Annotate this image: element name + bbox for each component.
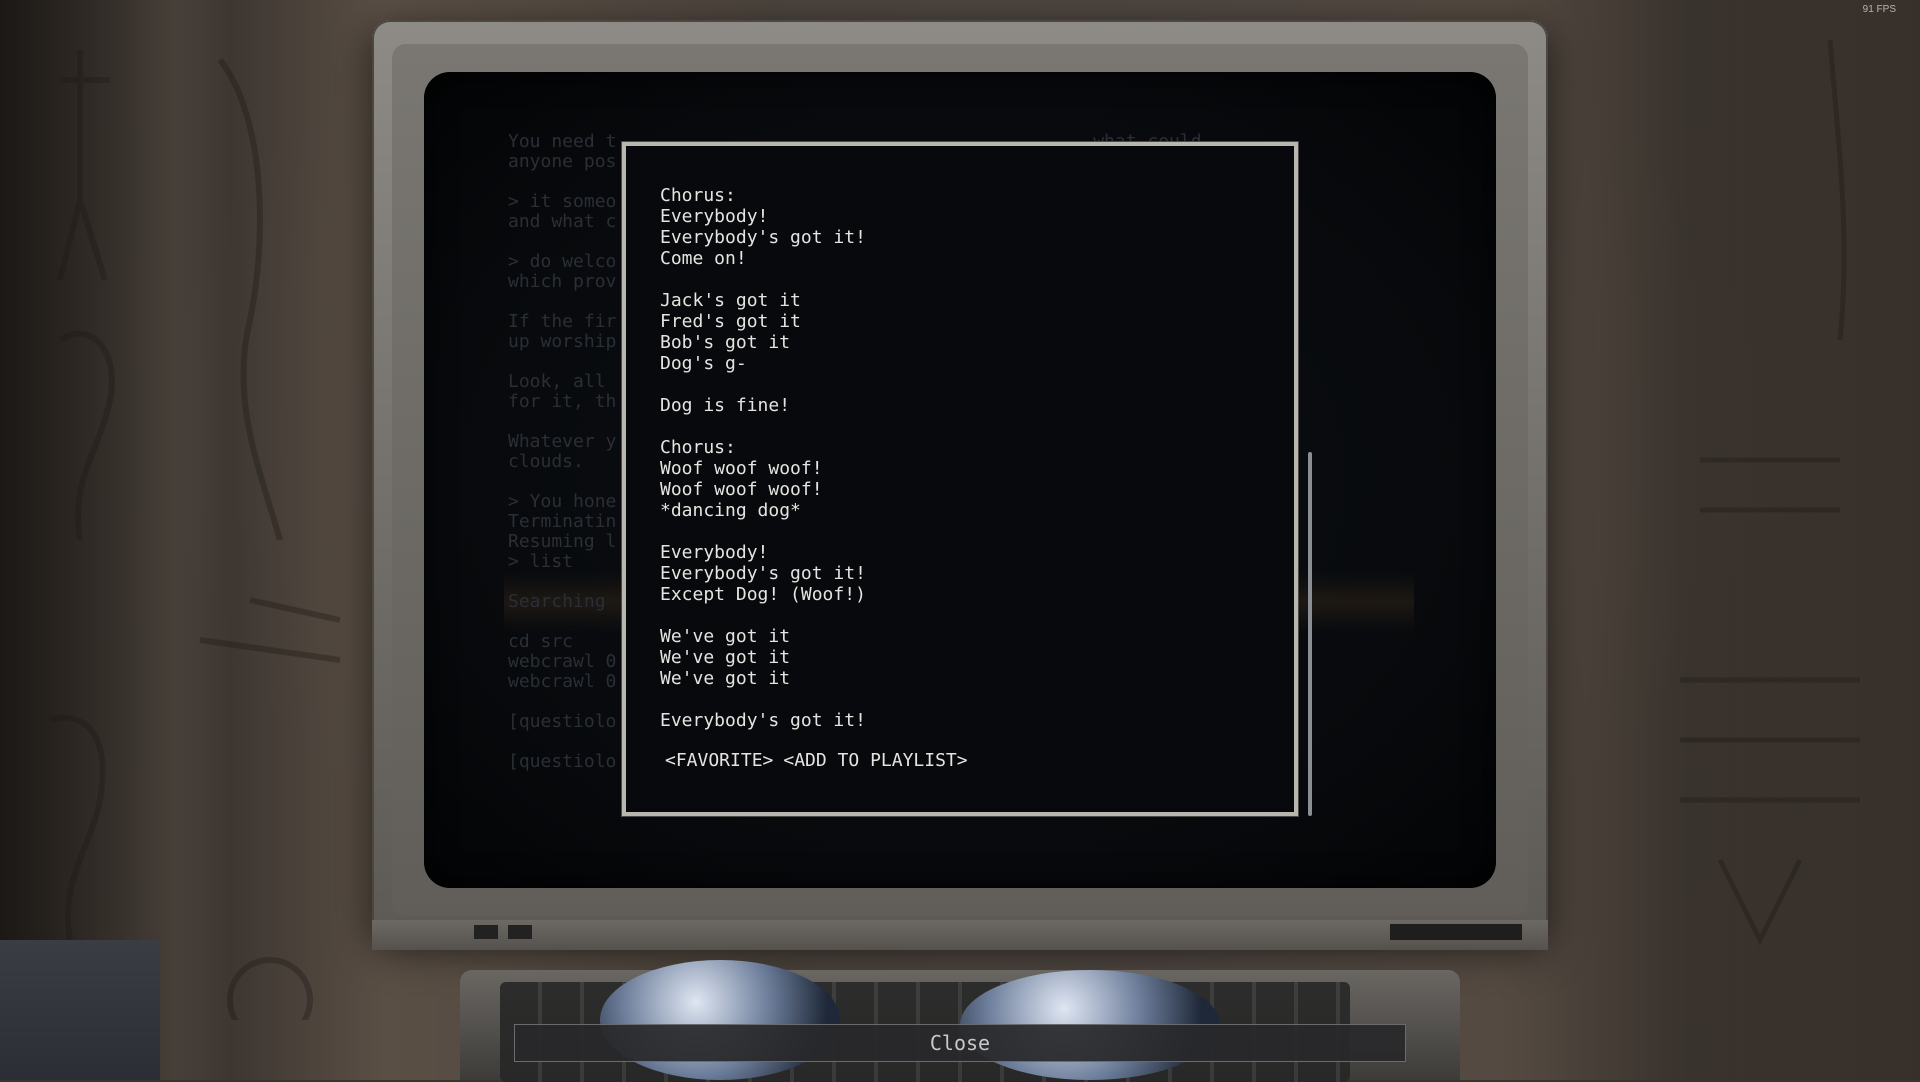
lyric-line: Dog is fine! bbox=[660, 395, 791, 416]
add-to-playlist-button[interactable]: <ADD TO PLAYLIST> bbox=[783, 750, 967, 771]
lyric-line: Come on! bbox=[660, 248, 747, 269]
lyric-line: Jack's got it bbox=[660, 290, 801, 311]
close-button[interactable]: Close bbox=[514, 1024, 1406, 1062]
hieroglyph-carving-left bbox=[49, 50, 341, 1020]
terminal-scrollbar[interactable] bbox=[1308, 452, 1312, 816]
lyric-line: Everybody's got it! bbox=[660, 710, 866, 731]
lyric-line: Everybody! bbox=[660, 206, 769, 227]
lyric-line: We've got it bbox=[660, 647, 791, 668]
lyric-line bbox=[660, 416, 1260, 437]
lyric-line: Bob's got it bbox=[660, 332, 791, 353]
lyric-line bbox=[660, 689, 1260, 710]
power-led bbox=[474, 925, 498, 939]
lyric-line: *dancing dog* bbox=[660, 500, 801, 521]
lyric-line: Everybody's got it! bbox=[660, 563, 866, 584]
lyric-line bbox=[660, 521, 1260, 542]
lyric-line bbox=[660, 605, 1260, 626]
dialog-actions: <FAVORITE> <ADD TO PLAYLIST> bbox=[665, 750, 978, 771]
hieroglyph-carving-right bbox=[1680, 40, 1860, 946]
monitor-vent bbox=[1390, 924, 1522, 940]
fps-counter: 91 FPS bbox=[1862, 4, 1896, 15]
lyric-line: Everybody's got it! bbox=[660, 227, 866, 248]
lyric-line: We've got it bbox=[660, 626, 791, 647]
robot-hand-left bbox=[600, 960, 840, 1080]
status-led bbox=[508, 925, 532, 939]
lyric-line: Chorus: bbox=[660, 437, 736, 458]
lyric-line: Fred's got it bbox=[660, 311, 801, 332]
lyric-line: Woof woof woof! bbox=[660, 458, 823, 479]
lyric-line: We've got it bbox=[660, 668, 791, 689]
lyric-line bbox=[660, 374, 1260, 395]
lyric-line: Except Dog! (Woof!) bbox=[660, 584, 866, 605]
lyric-line: Dog's g- bbox=[660, 353, 747, 374]
lyric-line bbox=[660, 269, 1260, 290]
favorite-button[interactable]: <FAVORITE> bbox=[665, 750, 773, 771]
lyric-line: Woof woof woof! bbox=[660, 479, 823, 500]
monitor-bottom-panel bbox=[372, 920, 1548, 950]
lyric-line: Everybody! bbox=[660, 542, 769, 563]
lyric-line: Chorus: bbox=[660, 185, 736, 206]
song-lyrics-text: Chorus: Everybody! Everybody's got it! Come… bbox=[660, 185, 1260, 731]
